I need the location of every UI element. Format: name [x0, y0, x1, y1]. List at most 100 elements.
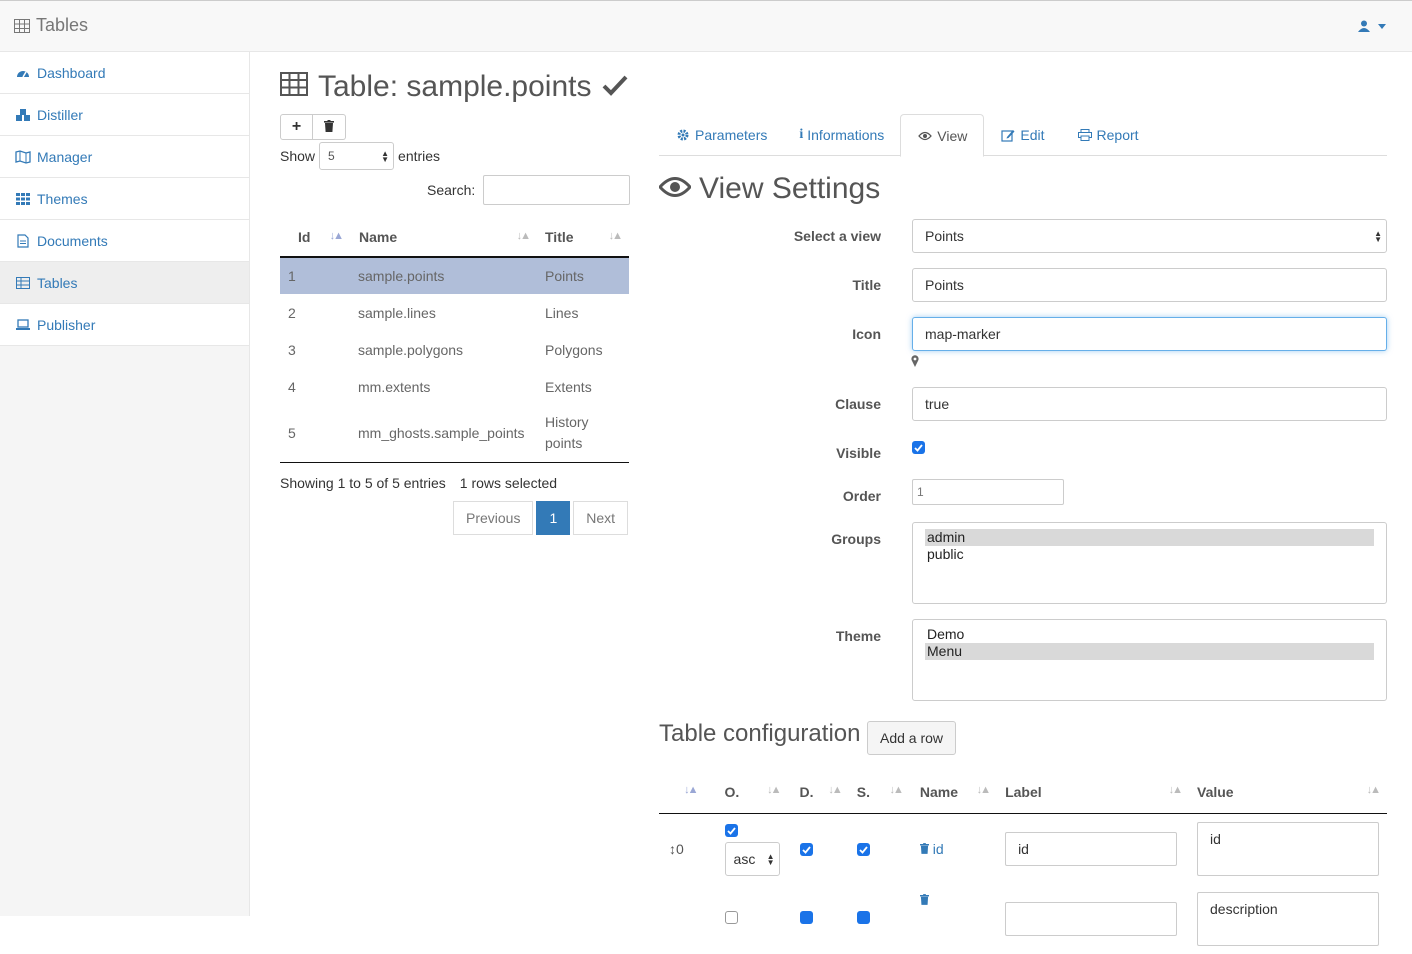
show-entries: Show 5 ▲ ▼ entries — [280, 142, 440, 170]
sort-icon: ↓▲ — [608, 230, 623, 242]
column-header-d[interactable]: D. ↓▲ — [787, 772, 849, 814]
column-header-label[interactable]: Label ↓▲ — [997, 772, 1189, 814]
brand[interactable]: Tables — [14, 15, 88, 36]
theme-option[interactable]: Menu — [925, 643, 1374, 660]
plus-icon: + — [291, 118, 302, 135]
order-checkbox[interactable] — [724, 824, 738, 837]
icon-field[interactable]: map-marker — [912, 317, 1387, 351]
entries-select[interactable]: 5 ▲ ▼ — [319, 142, 395, 170]
theme-option[interactable]: Demo — [925, 626, 1374, 643]
visible-checkbox[interactable] — [912, 441, 925, 454]
table-row[interactable]: 3 sample.polygons Polygons — [280, 331, 629, 368]
page-title: Table: sample.points — [280, 70, 628, 104]
sidebar-item-tables[interactable]: Tables — [0, 262, 249, 304]
pagination: Previous 1 Next — [453, 501, 629, 535]
sidebar-item-label: Themes — [37, 190, 88, 207]
page-1-button[interactable]: 1 — [536, 501, 571, 535]
column-header-name[interactable]: Name ↓▲ — [909, 772, 998, 814]
table-info: Showing 1 to 5 of 5 entries 1 rows selec… — [280, 475, 557, 491]
column-header-o[interactable]: O. ↓▲ — [708, 772, 788, 814]
dashboard-icon — [15, 66, 31, 80]
trash-icon[interactable] — [919, 841, 929, 857]
sort-icon: ↓▲ — [976, 784, 991, 796]
table-row[interactable]: 1 sample.points Points — [280, 257, 629, 294]
sidebar-item-distiller[interactable]: Distiller — [0, 94, 249, 136]
table-row[interactable]: 5 mm_ghosts.sample_points History points — [280, 405, 629, 463]
theme-label: Theme — [835, 628, 881, 644]
sidebar-item-label: Documents — [37, 232, 108, 249]
label-input[interactable] — [1005, 901, 1178, 936]
order-field[interactable]: 1 — [912, 479, 1064, 505]
search-label: Search: — [427, 182, 476, 198]
groups-option[interactable]: public — [925, 546, 1374, 563]
sidebar: Dashboard Distiller Manager Themes Docum… — [0, 52, 250, 916]
groups-label: Groups — [831, 531, 881, 547]
info-icon: i — [799, 127, 804, 142]
sidebar-item-publisher[interactable]: Publisher — [0, 304, 249, 346]
select-view-dropdown[interactable]: Points ▲ ▼ — [912, 219, 1387, 253]
display-checkbox[interactable] — [799, 910, 813, 924]
sidebar-item-label: Tables — [37, 274, 78, 291]
th-icon — [15, 192, 31, 206]
updown-icon: ▲ ▼ — [1374, 229, 1382, 244]
sort-handle-icon: ↕ — [669, 840, 676, 857]
title-label: Title — [852, 277, 881, 293]
sidebar-item-label: Publisher — [37, 316, 96, 333]
sidebar-item-label: Dashboard — [37, 64, 106, 81]
column-header-order-handle[interactable]: ↓▲ — [659, 772, 709, 814]
value-textarea[interactable]: description — [1197, 891, 1379, 946]
map-icon — [15, 149, 31, 164]
check-icon — [602, 70, 628, 104]
eye-icon — [917, 129, 933, 143]
sidebar-item-dashboard[interactable]: Dashboard — [0, 52, 249, 94]
search-checkbox[interactable] — [856, 843, 870, 856]
table-row[interactable]: 2 sample.lines Lines — [280, 294, 629, 331]
sort-direction-select[interactable]: asc ▲ ▼ — [724, 841, 780, 876]
next-button[interactable]: Next — [573, 501, 629, 535]
column-header-s[interactable]: S. ↓▲ — [848, 772, 910, 814]
cog-icon — [675, 128, 691, 142]
page-title-text: Table: sample.points — [318, 70, 592, 103]
column-header-value[interactable]: Value ↓▲ — [1189, 772, 1387, 814]
tab-report[interactable]: Report — [1061, 114, 1155, 156]
column-header-name[interactable]: Name ↓▲ — [350, 218, 537, 258]
theme-listbox[interactable]: Demo Menu — [912, 619, 1387, 701]
detail-tabs: Parameters i Informations View Edit Repo… — [659, 114, 1387, 157]
search-checkbox[interactable] — [856, 910, 870, 924]
user-menu[interactable] — [1356, 19, 1386, 33]
previous-button[interactable]: Previous — [453, 501, 534, 535]
display-checkbox[interactable] — [799, 843, 813, 856]
table-icon — [14, 18, 30, 33]
print-icon — [1077, 128, 1093, 142]
groups-listbox[interactable]: admin public — [912, 522, 1387, 604]
label-input[interactable]: id — [1005, 831, 1178, 866]
delete-table-button[interactable] — [313, 114, 346, 140]
add-table-button[interactable]: + — [280, 114, 313, 140]
sort-icon: ↓▲ — [1168, 784, 1183, 796]
sidebar-item-manager[interactable]: Manager — [0, 136, 249, 178]
clause-field[interactable]: true — [912, 387, 1387, 421]
title-field[interactable]: Points — [912, 268, 1387, 302]
tab-view[interactable]: View — [900, 114, 985, 157]
tab-informations[interactable]: i Informations — [783, 114, 900, 156]
column-header-id[interactable]: Id ↓▲ — [280, 218, 350, 258]
sidebar-item-label: Manager — [37, 148, 93, 165]
order-checkbox[interactable] — [724, 910, 738, 924]
sidebar-item-documents[interactable]: Documents — [0, 220, 249, 262]
column-header-title[interactable]: Title ↓▲ — [537, 218, 629, 258]
value-textarea[interactable]: id — [1197, 821, 1379, 876]
brand-label: Tables — [36, 15, 89, 35]
order-label: Order — [842, 488, 881, 504]
search-input[interactable] — [483, 175, 631, 205]
groups-option[interactable]: admin — [925, 529, 1374, 546]
tab-edit[interactable]: Edit — [984, 114, 1060, 156]
view-settings-heading: View Settings — [657, 172, 880, 206]
sidebar-item-themes[interactable]: Themes — [0, 178, 249, 220]
updown-icon: ▲ ▼ — [766, 851, 775, 867]
tab-parameters[interactable]: Parameters — [659, 114, 783, 156]
table-row[interactable]: 4 mm.extents Extents — [280, 368, 629, 405]
row-order-handle[interactable]: ↕0 — [659, 813, 709, 884]
add-row-button[interactable]: Add a row — [867, 721, 957, 755]
trash-icon[interactable] — [919, 892, 929, 908]
visible-label: Visible — [836, 445, 881, 461]
